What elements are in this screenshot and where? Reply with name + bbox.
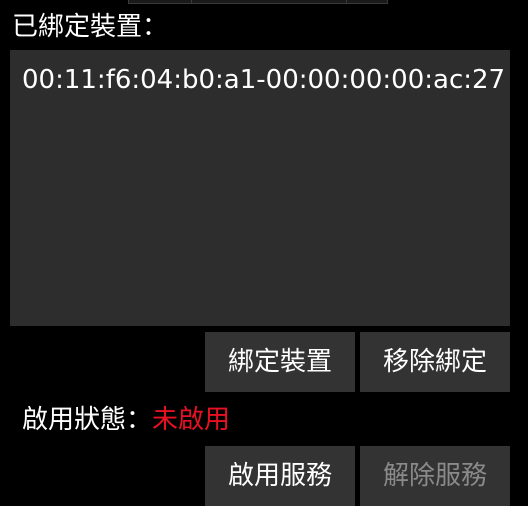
remove-binding-button[interactable]: 移除綁定 bbox=[360, 332, 510, 392]
enable-status-label: 啟用狀態： bbox=[22, 405, 153, 435]
bound-devices-label: 已綁定裝置： bbox=[12, 12, 169, 42]
list-item[interactable]: 00:11:f6:04:b0:a1-00:00:00:00:ac:27 bbox=[22, 62, 505, 98]
bound-devices-list[interactable]: 00:11:f6:04:b0:a1-00:00:00:00:ac:27 bbox=[10, 50, 510, 326]
bind-device-button[interactable]: 綁定裝置 bbox=[205, 332, 355, 392]
top-control-strip bbox=[128, 0, 388, 4]
top-strip-divider bbox=[191, 0, 192, 4]
disable-service-button: 解除服務 bbox=[360, 446, 510, 506]
enable-service-button[interactable]: 啟用服務 bbox=[205, 446, 355, 506]
enable-status-row: 啟用狀態：未啟用 bbox=[22, 402, 230, 438]
top-strip-divider bbox=[346, 0, 347, 4]
enable-status-value: 未啟用 bbox=[152, 405, 231, 435]
